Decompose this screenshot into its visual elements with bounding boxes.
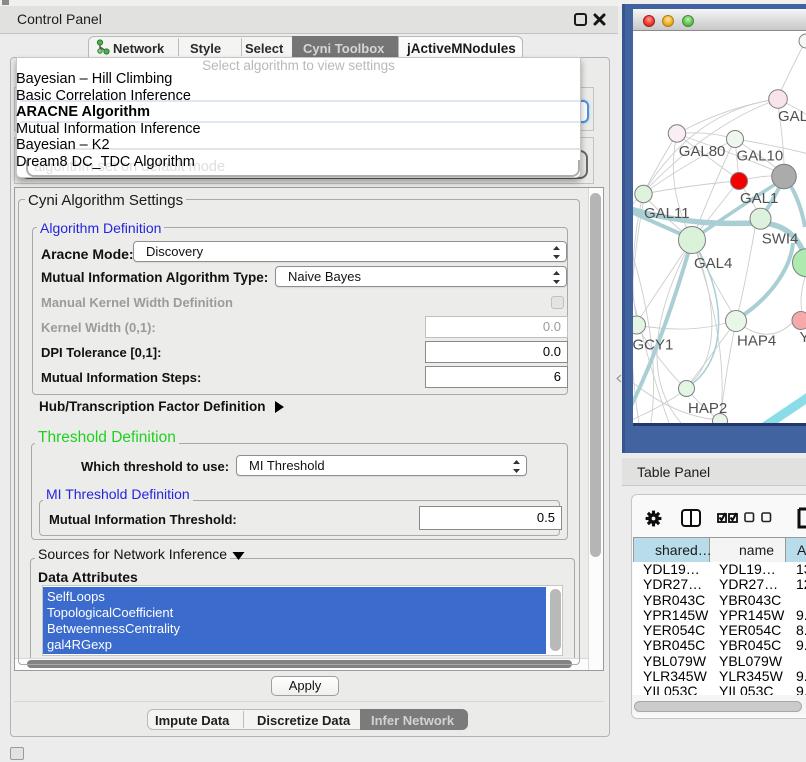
svg-text:Y: Y [800,329,806,346]
svg-text:SWI4: SWI4 [762,231,799,248]
svg-text:GAL1: GAL1 [740,190,778,207]
svg-text:GAL10: GAL10 [737,148,784,165]
svg-text:GAL4: GAL4 [694,255,732,272]
svg-text:GCY1: GCY1 [633,337,673,354]
svg-text:GAL7: GAL7 [778,108,806,125]
svg-text:GAL11: GAL11 [644,205,690,222]
svg-text:GAL80: GAL80 [679,143,726,160]
svg-text:HAP4: HAP4 [737,333,776,350]
svg-text:HAP2: HAP2 [688,400,727,417]
